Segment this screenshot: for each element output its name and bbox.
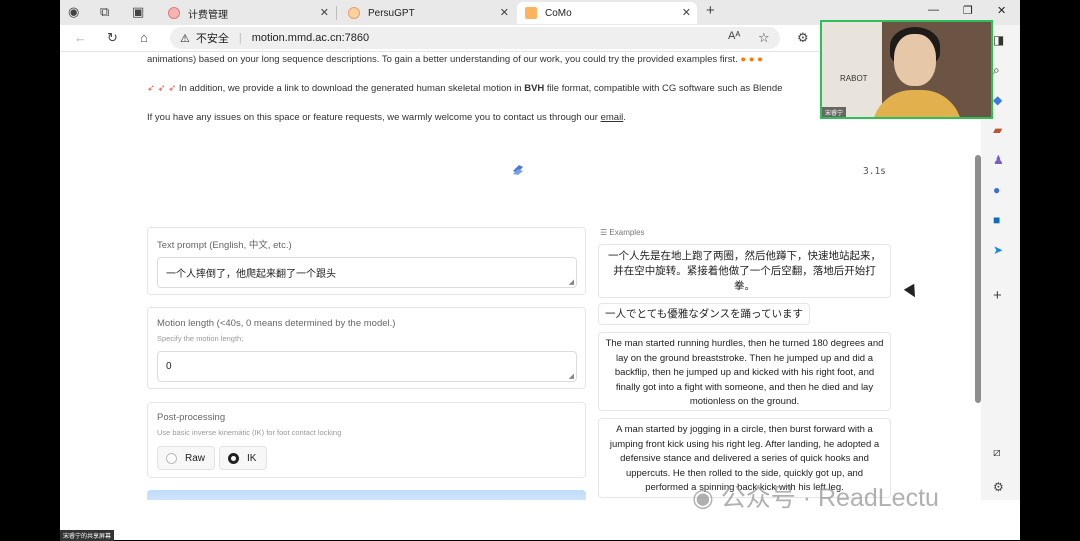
outlook-icon[interactable]: ■ [993,213,1000,227]
text-prompt-input[interactable]: 一个人摔倒了，他爬起来翻了一个跟头 ◢ [157,257,577,288]
tab-actions-icon[interactable]: ▣ [132,4,144,20]
share-label: 宋睿宁的共享屏幕 [60,530,115,541]
tab-label: PersuGPT [368,7,415,19]
tab-favicon-icon [168,7,180,19]
example-item[interactable]: The man started running hurdles, then he… [598,332,891,411]
wechat-icon: ◉ [692,484,714,512]
send-icon[interactable]: ➤ [993,243,1003,257]
tab-como[interactable]: CoMo ✕ [517,2,697,24]
motion-length-hint: Specify the motion length; [157,334,244,343]
favorite-star-icon[interactable]: ☆ [758,30,770,46]
watermark: ◉ 公众号 · ReadLectu [692,484,939,512]
webcam-name: 宋睿宁 [822,107,847,117]
page-content: animations) based on your long sequence … [60,52,975,500]
sidebar-toggle-icon[interactable]: ◨ [993,33,1004,47]
radio-dot [228,452,239,464]
webcam-sign: RABOT [840,74,868,83]
motion-length-input[interactable]: 0 ◢ [157,351,577,382]
split-screen-icon[interactable]: ⧄ [993,445,1001,460]
radio-ik[interactable]: IK [219,446,267,470]
text-prompt-panel: Text prompt (English, 中文, etc.) 一个人摔倒了，他… [147,227,586,295]
motion-length-label: Motion length (<40s, 0 means determined … [157,318,396,329]
webcam-overlay: RABOT 宋睿宁 [820,20,993,119]
close-window-icon[interactable]: ✕ [997,4,1006,17]
tab-label: CoMo [545,7,572,19]
extensions-icon[interactable]: ⚙ [797,30,809,46]
tab-favicon-icon [348,7,360,19]
collections-icon[interactable]: ⧉ [100,4,109,20]
elapsed-timer: 3.1s [863,166,886,177]
contact-paragraph: If you have any issues on this space or … [147,112,626,123]
tab-favicon-icon [525,7,537,19]
search-icon[interactable]: ⌕ [993,63,1000,78]
radio-raw[interactable]: Raw [157,446,215,470]
close-tab-icon[interactable]: ✕ [320,6,329,19]
add-icon[interactable]: + [993,287,1002,304]
refresh-icon[interactable]: ↻ [107,30,118,46]
radio-dot [166,452,177,464]
minimize-icon[interactable]: — [928,4,939,16]
tag-icon[interactable]: ◆ [993,93,1002,107]
new-tab-icon[interactable]: + [706,2,715,19]
address-bar[interactable]: ⚠ 不安全 | motion.mmd.ac.cn:7860 [170,27,780,49]
generate-button[interactable] [147,490,586,500]
post-processing-panel: Post-processing Use basic inverse kinema… [147,402,586,478]
copilot-icon[interactable]: ● [993,183,1000,197]
tab-persugpt[interactable]: PersuGPT ✕ [340,2,515,24]
post-processing-hint: Use basic inverse kinematic (IK) for foo… [157,428,342,437]
warning-icon: ⚠ [180,32,190,45]
restore-icon[interactable]: ❐ [963,4,973,17]
read-aloud-icon[interactable]: Aᴬ [728,30,740,42]
settings-gear-icon[interactable]: ⚙ [993,480,1004,494]
resize-handle-icon[interactable]: ◢ [569,372,574,380]
example-item[interactable]: 一人でとても優雅なダンスを踊っています [598,303,810,325]
security-label[interactable]: 不安全 [196,30,229,46]
text-prompt-label: Text prompt (English, 中文, etc.) [157,240,292,251]
intro-paragraph: animations) based on your long sequence … [147,54,763,65]
home-icon[interactable]: ⌂ [140,30,148,45]
profile-icon[interactable]: ◉ [68,4,79,20]
email-link[interactable]: email [601,112,624,123]
close-tab-icon[interactable]: ✕ [682,6,691,19]
examples-heading: ☰ Examples [600,228,645,237]
briefcase-icon[interactable]: ▰ [993,123,1002,137]
example-item[interactable]: 一个人先是在地上跑了两圈，然后他蹲下，快速地站起来，并在空中旋转。紧接着他做了一… [598,244,891,298]
close-tab-icon[interactable]: ✕ [500,6,509,19]
loading-spinner-icon [513,165,523,175]
people-icon[interactable]: ♟ [993,153,1004,167]
url-text[interactable]: motion.mmd.ac.cn:7860 [252,32,369,44]
post-processing-label: Post-processing [157,412,226,423]
bvh-paragraph: ➶ ➶ ➶ In addition, we provide a link to … [147,83,783,94]
back-icon[interactable]: ← [74,30,87,45]
motion-length-panel: Motion length (<40s, 0 means determined … [147,307,586,389]
list-icon: ☰ [600,228,610,237]
tab-billing[interactable]: 计费管理 ✕ [160,2,335,24]
tab-label: 计费管理 [188,9,228,21]
resize-handle-icon[interactable]: ◢ [569,278,574,286]
